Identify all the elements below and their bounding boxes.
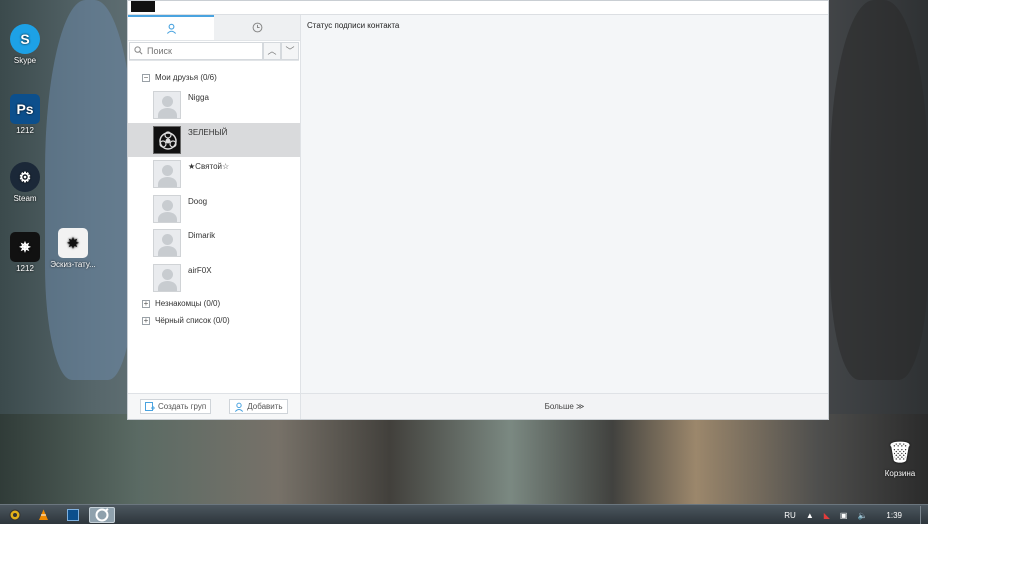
default-avatar-icon <box>153 263 181 292</box>
search-input[interactable] <box>147 45 247 56</box>
friend-name: Doog <box>188 196 208 206</box>
more-button[interactable]: Больше ≫ <box>301 393 828 419</box>
desktop-icon-steam[interactable]: ⚙ Steam <box>0 162 50 203</box>
group-blacklist[interactable]: + Чёрный список (0/0) <box>128 312 300 329</box>
friends-list: Nigga ЗЕЛЕНЫЙ ★Cвятoй☆ Doog Dimarik airF… <box>128 88 300 295</box>
tattoo-image-icon: ✵ <box>10 232 40 262</box>
expand-icon[interactable]: + <box>142 316 150 325</box>
list-item[interactable]: airF0X <box>128 261 300 296</box>
clock[interactable]: 1:39 <box>886 511 902 520</box>
desktop-icon-label: 1212 <box>16 264 34 273</box>
friend-name: ★Cвятoй☆ <box>188 162 230 171</box>
scroll-up-button[interactable]: ︿ <box>263 41 281 60</box>
taskbar-messenger[interactable] <box>89 507 115 523</box>
add-contact-button[interactable]: Добавить <box>229 399 288 414</box>
search-bar: ︿ ﹀ <box>129 41 299 61</box>
group-label: Чёрный список (0/0) <box>155 316 230 325</box>
group-strangers[interactable]: + Незнакомцы (0/0) <box>128 295 300 312</box>
contacts-tabs <box>128 15 300 41</box>
taskbar-photoshop[interactable] <box>64 507 82 523</box>
expand-icon[interactable]: + <box>142 299 150 308</box>
contacts-panel: ︿ ﹀ − Мои друзья (0/6) Nigga ЗЕЛЕНЫЙ <box>128 15 301 419</box>
show-desktop-button[interactable] <box>920 506 928 524</box>
create-group-button[interactable]: Создать груп <box>140 399 212 414</box>
desktop-icon-label: Эскиз-тату... <box>50 260 96 269</box>
clock-icon <box>252 22 262 33</box>
collapse-icon[interactable]: − <box>142 73 150 82</box>
friend-name: airF0X <box>188 265 212 275</box>
person-icon <box>166 23 176 34</box>
wallpaper-figure <box>45 0 135 380</box>
desktop-icon-recycle-bin[interactable]: 🗑 Корзина <box>875 437 925 479</box>
default-avatar-icon <box>153 160 181 189</box>
desktop-icon-label: Steam <box>13 194 37 203</box>
system-tray: RU ▲ ◣ ▣ 🔈 1:39 <box>779 505 928 524</box>
desktop-icon-label: Корзина <box>884 469 916 478</box>
taskbar-vlc[interactable] <box>34 507 52 523</box>
search-icon <box>134 46 143 55</box>
add-contact-label: Добавить <box>247 402 283 411</box>
steam-icon: ⚙ <box>10 162 40 192</box>
list-item[interactable]: Nigga <box>128 88 300 123</box>
scroll-down-button[interactable]: ﹀ <box>281 41 299 60</box>
desktop-background: S Skype Ps 1212 ⚙ Steam ✵ 1212 ✵ Эскиз-т… <box>0 0 928 524</box>
friend-name: ЗЕЛЕНЫЙ <box>188 127 228 137</box>
friend-name: Nigga <box>188 93 209 102</box>
tray-overflow-arrow-icon[interactable]: ▲ <box>806 511 814 520</box>
photoshop-icon <box>67 509 79 521</box>
user-avatar[interactable] <box>131 1 155 12</box>
start-button[interactable] <box>6 507 24 523</box>
create-group-label: Создать груп <box>158 402 207 411</box>
default-avatar-icon <box>153 91 181 120</box>
biohazard-avatar-icon <box>153 125 181 154</box>
tab-contacts[interactable] <box>128 15 214 40</box>
recycle-bin-icon: 🗑 <box>887 441 913 464</box>
friend-name: Dimarik <box>188 231 216 240</box>
chevron-down-icon: ﹀ <box>285 46 295 56</box>
desktop-icon-skype[interactable]: S Skype <box>0 24 50 65</box>
messenger-app-icon <box>95 508 109 522</box>
more-label: Больше ≫ <box>544 402 585 411</box>
group-my-friends[interactable]: − Мои друзья (0/6) <box>128 69 300 86</box>
contact-detail-panel: Статус подписи контакта Больше ≫ <box>301 15 828 419</box>
photoshop-icon: Ps <box>10 94 40 124</box>
list-item[interactable]: ЗЕЛЕНЫЙ <box>128 122 300 157</box>
list-item[interactable]: Dimarik <box>128 226 300 261</box>
contacts-footer: Создать груп Добавить <box>128 393 300 419</box>
language-indicator[interactable]: RU <box>784 511 796 520</box>
group-label: Мои друзья (0/6) <box>155 73 217 82</box>
create-group-icon <box>145 401 155 411</box>
taskbar: RU ▲ ◣ ▣ 🔈 1:39 <box>0 504 928 524</box>
tray-app-icon[interactable]: ◣ <box>824 511 830 520</box>
wallpaper-figure <box>830 0 928 380</box>
group-label: Незнакомцы (0/0) <box>155 299 221 308</box>
search-box <box>129 41 263 60</box>
contact-status-label: Статус подписи контакта <box>307 21 400 30</box>
list-item[interactable]: Doog <box>128 192 300 227</box>
volume-icon[interactable]: 🔈 <box>857 511 867 520</box>
add-person-icon <box>235 402 244 412</box>
window-titlebar <box>128 1 828 15</box>
network-icon[interactable]: ▣ <box>840 511 848 520</box>
contacts-window: ︿ ﹀ − Мои друзья (0/6) Nigga ЗЕЛЕНЫЙ <box>127 0 829 420</box>
skype-icon: S <box>10 24 40 54</box>
default-avatar-icon <box>153 194 181 223</box>
vlc-cone-icon <box>38 509 48 520</box>
desktop-icon-photoshop[interactable]: Ps 1212 <box>0 94 50 135</box>
desktop-icon-label: 1212 <box>16 126 34 135</box>
tattoo-image-icon: ✵ <box>58 228 88 258</box>
tab-recent[interactable] <box>214 15 300 40</box>
desktop-icon-label: Skype <box>13 56 37 65</box>
desktop-icon-tattoo-sketch[interactable]: ✵ Эскиз-тату... <box>48 228 98 269</box>
chevron-up-icon: ︿ <box>267 46 277 56</box>
start-orb-icon <box>9 509 21 521</box>
desktop-icon-1212[interactable]: ✵ 1212 <box>0 232 50 273</box>
list-item[interactable]: ★Cвятoй☆ <box>128 157 300 192</box>
default-avatar-icon <box>153 229 181 258</box>
